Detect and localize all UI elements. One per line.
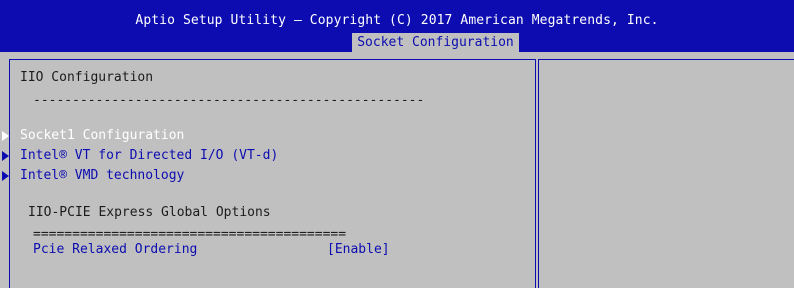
global-options-divider: ======================================== — [33, 227, 347, 242]
main-panel: IIO Configuration ----------------------… — [2, 59, 536, 288]
setting-label: Pcie Relaxed Ordering — [33, 242, 198, 257]
submenu-arrow-icon — [2, 151, 9, 161]
global-options-title: IIO-PCIE Express Global Options — [28, 205, 271, 220]
section-divider: ----------------------------------------… — [33, 93, 425, 108]
help-panel — [538, 59, 794, 288]
setting-value[interactable]: [Enable] — [327, 242, 390, 258]
menu-item-label: Intel® VT for Directed I/O (VT-d) — [20, 148, 279, 163]
submenu-arrow-icon — [2, 131, 9, 141]
header-bar: Aptio Setup Utility – Copyright (C) 2017… — [0, 0, 794, 52]
app-title: Aptio Setup Utility – Copyright (C) 2017… — [135, 13, 659, 28]
menu-item-label: Socket1 Configuration — [20, 128, 185, 143]
menu-item-label: Intel® VMD technology — [20, 168, 185, 183]
submenu-arrow-icon — [2, 171, 9, 181]
section-title: IIO Configuration — [20, 70, 154, 85]
tab-socket-configuration[interactable]: Socket Configuration — [352, 33, 519, 52]
